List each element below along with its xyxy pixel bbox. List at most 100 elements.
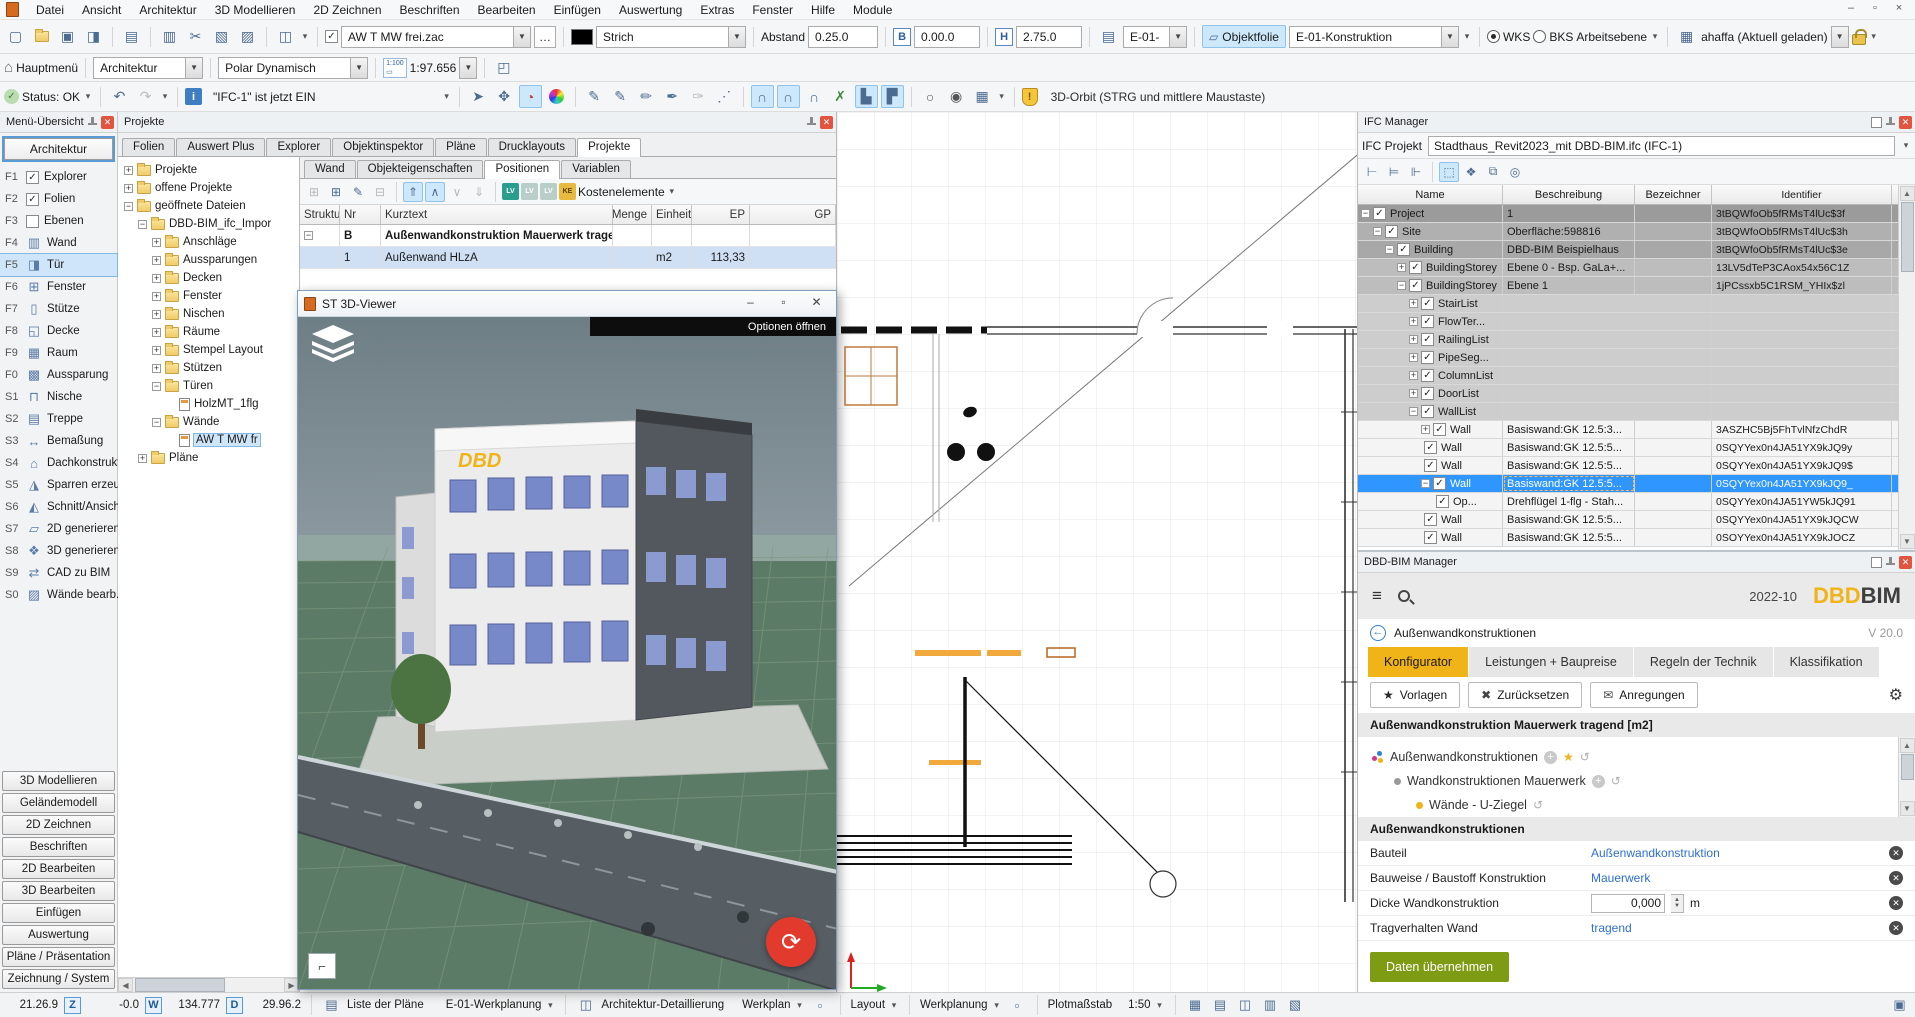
sidebar-item-schnitt-ansicht[interactable]: S6 ◭ Schnitt/Ansicht: [0, 496, 123, 518]
menu-fenster[interactable]: Fenster: [743, 2, 802, 18]
view-corner-icon[interactable]: ⌐: [308, 953, 336, 979]
button-anregungen[interactable]: ✉ Anregungen: [1590, 682, 1698, 708]
move-first-icon[interactable]: ⇑: [403, 181, 423, 202]
sidebar-item-2d-generieren[interactable]: S7 ▱ 2D generieren: [0, 518, 120, 540]
expander-icon[interactable]: +: [152, 309, 161, 319]
float-panel-icon[interactable]: [1871, 556, 1882, 568]
tree-item-projekte[interactable]: + Projekte: [118, 161, 299, 179]
refresh-button[interactable]: ⟳: [766, 917, 816, 967]
subtab-objekteigenschaften[interactable]: Objekteigenschaften: [356, 160, 484, 178]
close-icon[interactable]: ✕: [820, 115, 833, 129]
sidebar-item-fenster[interactable]: F6 ⊞ Fenster: [0, 276, 117, 298]
sidebar-item-nische[interactable]: S1 ⊓ Nische: [0, 386, 117, 408]
ifc-row-buildingstorey[interactable]: − ✓ BuildingStorey Ebene 1 1jPCssxb5C1RSM_YH…: [1358, 277, 1898, 295]
menu-beschriften[interactable]: Beschriften: [391, 2, 469, 18]
sidebar-item-wand[interactable]: F4 ▥ Wand: [0, 232, 117, 254]
sidebar-button-beschriften[interactable]: Beschriften: [2, 837, 115, 857]
close-button[interactable]: ×: [1887, 1, 1911, 18]
tree-structure-icon[interactable]: ⊩: [1406, 162, 1426, 182]
ifc-row-railinglist[interactable]: + ✓ RailingList: [1358, 331, 1898, 349]
edit-position-icon[interactable]: ✎: [348, 182, 368, 202]
expander-icon[interactable]: +: [1409, 371, 1418, 380]
horizontal-scrollbar[interactable]: ◀ ▶: [118, 977, 299, 992]
zoom-icon[interactable]: ○: [919, 85, 942, 108]
table-row[interactable]: 1 Außenwand HLzA m2 113,33: [300, 247, 836, 269]
subtab-variablen[interactable]: Variablen: [561, 160, 631, 178]
menu-hilfe[interactable]: Hilfe: [802, 2, 844, 18]
drawing-canvas[interactable]: [837, 112, 1358, 992]
column-header-menge[interactable]: Menge: [613, 205, 652, 224]
menu-einf-gen[interactable]: Einfügen: [545, 2, 610, 18]
sidebar-item-ebenen[interactable]: F3 Ebenen: [0, 210, 117, 232]
scroll-thumb[interactable]: [1900, 202, 1914, 272]
move-up-icon[interactable]: ∧: [425, 181, 445, 202]
kostenelemente-icon[interactable]: KE: [559, 183, 576, 200]
remove-icon[interactable]: ✕: [1889, 871, 1903, 885]
close-icon[interactable]: ✕: [1899, 115, 1912, 129]
ifc-row-wall[interactable]: ✓ Wall Basiswand:GK 12.5:5... 0SQYYex0n4JA5…: [1358, 457, 1898, 475]
expander-icon[interactable]: +: [152, 255, 161, 265]
tree-item-aussparungen[interactable]: + Aussparungen: [118, 251, 299, 269]
close-icon[interactable]: ✕: [1899, 555, 1912, 569]
add-icon[interactable]: +: [1591, 774, 1605, 788]
ifc-row-pipeseg[interactable]: + ✓ PipeSeg...: [1358, 349, 1898, 367]
expander-icon[interactable]: +: [1409, 335, 1418, 344]
notifications-icon[interactable]: ▣: [1890, 996, 1909, 1015]
expander-icon[interactable]: +: [1409, 299, 1418, 308]
tab-auswert-plus[interactable]: Auswert Plus: [176, 138, 266, 156]
field-value-link[interactable]: Außenwandkonstruktion: [1591, 846, 1720, 860]
chevron-down-icon[interactable]: ▼: [350, 57, 368, 78]
chevron-down-icon[interactable]: ▾: [1901, 140, 1911, 151]
pencil-line-icon[interactable]: ✎: [609, 85, 632, 108]
message-overflow[interactable]: ▾: [442, 91, 452, 102]
category-combo[interactable]: Architektur ▼: [93, 56, 204, 79]
expander-icon[interactable]: +: [1421, 425, 1430, 434]
objektfolie-toggle[interactable]: ▱ Objektfolie: [1202, 25, 1286, 48]
toolbar-overflow[interactable]: ▾: [1650, 31, 1660, 42]
bks-radio[interactable]: [1533, 30, 1547, 43]
column-header-name[interactable]: Name: [1358, 185, 1503, 204]
sidebar-item-t-r[interactable]: F5 ◨ Tür: [0, 253, 118, 277]
config-tree-item-au-enwandkonstruktionen[interactable]: Außenwandkonstruktionen + ★ ↺: [1372, 745, 1894, 769]
toolbar-overflow[interactable]: ▾: [300, 31, 310, 42]
expander-icon[interactable]: −: [1397, 281, 1406, 290]
history-icon[interactable]: ↺: [1611, 774, 1621, 788]
scale-combo[interactable]: ▼: [459, 56, 478, 79]
chevron-down-icon[interactable]: ▼: [185, 57, 203, 78]
layer-combo[interactable]: E-01- ▼: [1123, 25, 1188, 48]
tree-item-nischen[interactable]: + Nischen: [118, 305, 299, 323]
layout-combo[interactable]: Layout ▾: [851, 999, 900, 1011]
menu-architektur[interactable]: Architektur: [130, 2, 205, 18]
ifc-row-walllist[interactable]: − ✓ WallList: [1358, 403, 1898, 421]
visibility-checkbox[interactable]: ✓: [1433, 477, 1446, 490]
sidebar-button-2d-zeichnen[interactable]: 2D Zeichnen: [2, 815, 115, 835]
tab-drucklayouts[interactable]: Drucklayouts: [487, 138, 577, 156]
field-value-link[interactable]: tragend: [1591, 921, 1632, 935]
sidebar-button-einf-gen[interactable]: Einfügen: [2, 903, 115, 923]
remove-icon[interactable]: ✕: [1889, 896, 1903, 910]
vertical-scrollbar[interactable]: ▲ ▼: [1898, 737, 1915, 817]
expander-icon[interactable]: +: [1409, 389, 1418, 398]
chevron-down-icon[interactable]: ▼: [1169, 26, 1187, 47]
chevron-down-icon[interactable]: ▾: [992, 1000, 1002, 1011]
menu-2d-zeichnen[interactable]: 2D Zeichnen: [304, 2, 390, 18]
toolbar-overflow[interactable]: ▾: [1869, 31, 1879, 42]
column-header-gp[interactable]: GP: [750, 205, 836, 224]
ifc-row-wall[interactable]: − ✓ Wall Basiswand:GK 12.5:5... 0SQYYex0n4JA…: [1358, 475, 1898, 493]
visibility-checkbox[interactable]: ✓: [1373, 207, 1386, 220]
ifc-row-wall[interactable]: ✓ Wall Basiswand:GK 12.5:5... 0SQYYex0n4JA5…: [1358, 511, 1898, 529]
tab-projekte[interactable]: Projekte: [577, 138, 642, 157]
tab-explorer[interactable]: Explorer: [266, 138, 332, 156]
lv-update-icon[interactable]: LV: [540, 183, 557, 200]
point-snap-icon[interactable]: ⋰: [713, 85, 736, 108]
move-last-icon[interactable]: ⇓: [469, 182, 489, 202]
visibility-checkbox[interactable]: ✓: [1421, 315, 1434, 328]
expander-icon[interactable]: −: [1409, 407, 1418, 416]
tab-pl-ne[interactable]: Pläne: [435, 138, 487, 156]
close-icon[interactable]: ✕: [101, 115, 114, 129]
visibility-checkbox[interactable]: ✓: [1397, 243, 1410, 256]
more-options-button[interactable]: …: [534, 25, 556, 48]
expand-all-icon[interactable]: ⊢: [1362, 162, 1382, 182]
hauptmenu-label[interactable]: Hauptmenü: [16, 61, 78, 75]
favorite-icon[interactable]: ★: [1563, 750, 1574, 764]
